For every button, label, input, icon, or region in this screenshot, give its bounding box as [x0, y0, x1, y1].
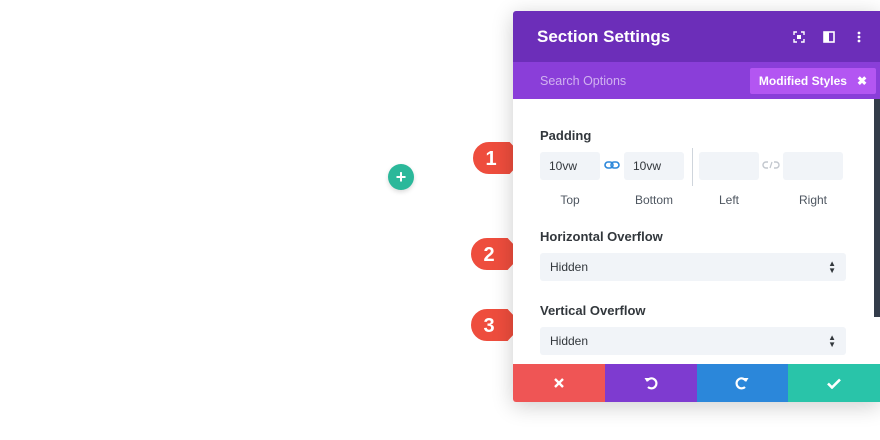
padding-label: Padding: [540, 128, 592, 143]
checkmark-icon: [827, 378, 842, 389]
padding-side-labels: Top Bottom Left Right: [540, 193, 854, 207]
vertical-overflow-label: Vertical Overflow: [540, 303, 646, 318]
padding-divider: [692, 148, 693, 186]
save-button[interactable]: [788, 364, 880, 402]
callout-number-3: 3: [483, 315, 494, 337]
undo-button[interactable]: [604, 364, 697, 402]
callout-number-2: 2: [483, 244, 494, 266]
page: + 1 2 3 Section Settings Mo: [0, 0, 880, 440]
redo-icon: [735, 377, 749, 390]
close-icon[interactable]: ✖: [857, 74, 867, 88]
modified-styles-button[interactable]: Modified Styles ✖: [749, 67, 876, 94]
horizontal-overflow-select[interactable]: Hidden ▲ ▼: [540, 253, 846, 281]
search-options-input[interactable]: [513, 73, 750, 88]
padding-top-input[interactable]: [540, 152, 600, 180]
undo-icon: [644, 377, 658, 390]
split-view-icon[interactable]: [814, 30, 844, 43]
horizontal-overflow-value: Hidden: [550, 260, 589, 274]
close-icon: [554, 378, 564, 388]
cancel-button[interactable]: [513, 364, 605, 402]
modified-styles-label: Modified Styles: [758, 73, 847, 88]
add-section-button[interactable]: +: [388, 164, 414, 190]
padding-top-label: Top: [560, 193, 580, 207]
modal-header: Section Settings: [513, 11, 880, 62]
padding-right-input[interactable]: [783, 152, 843, 180]
select-arrows-icon: ▲ ▼: [828, 259, 836, 275]
vertical-overflow-value: Hidden: [550, 334, 589, 348]
more-vertical-icon[interactable]: [844, 31, 874, 43]
callout-number-1: 1: [485, 148, 496, 170]
select-arrows-icon: ▲ ▼: [828, 333, 836, 349]
search-bar: Modified Styles ✖: [513, 62, 880, 99]
section-settings-modal: Section Settings Modified Styles ✖ Paddi…: [513, 11, 880, 402]
padding-left-input[interactable]: [699, 152, 759, 180]
link-icon[interactable]: [600, 157, 624, 175]
redo-button[interactable]: [696, 364, 789, 402]
padding-bottom-input[interactable]: [624, 152, 684, 180]
modal-footer: [513, 364, 880, 402]
modal-title: Section Settings: [537, 26, 671, 46]
padding-inputs: [540, 148, 854, 186]
unlink-icon[interactable]: [759, 157, 783, 175]
padding-bottom-label: Bottom: [634, 193, 673, 207]
horizontal-overflow-label: Horizontal Overflow: [540, 229, 663, 244]
padding-right-label: Right: [798, 193, 827, 207]
modal-body: Padding Top: [513, 99, 880, 364]
scrollbar[interactable]: [874, 99, 880, 317]
focus-icon[interactable]: [784, 30, 814, 43]
padding-left-label: Left: [718, 193, 739, 207]
vertical-overflow-select[interactable]: Hidden ▲ ▼: [540, 327, 846, 355]
